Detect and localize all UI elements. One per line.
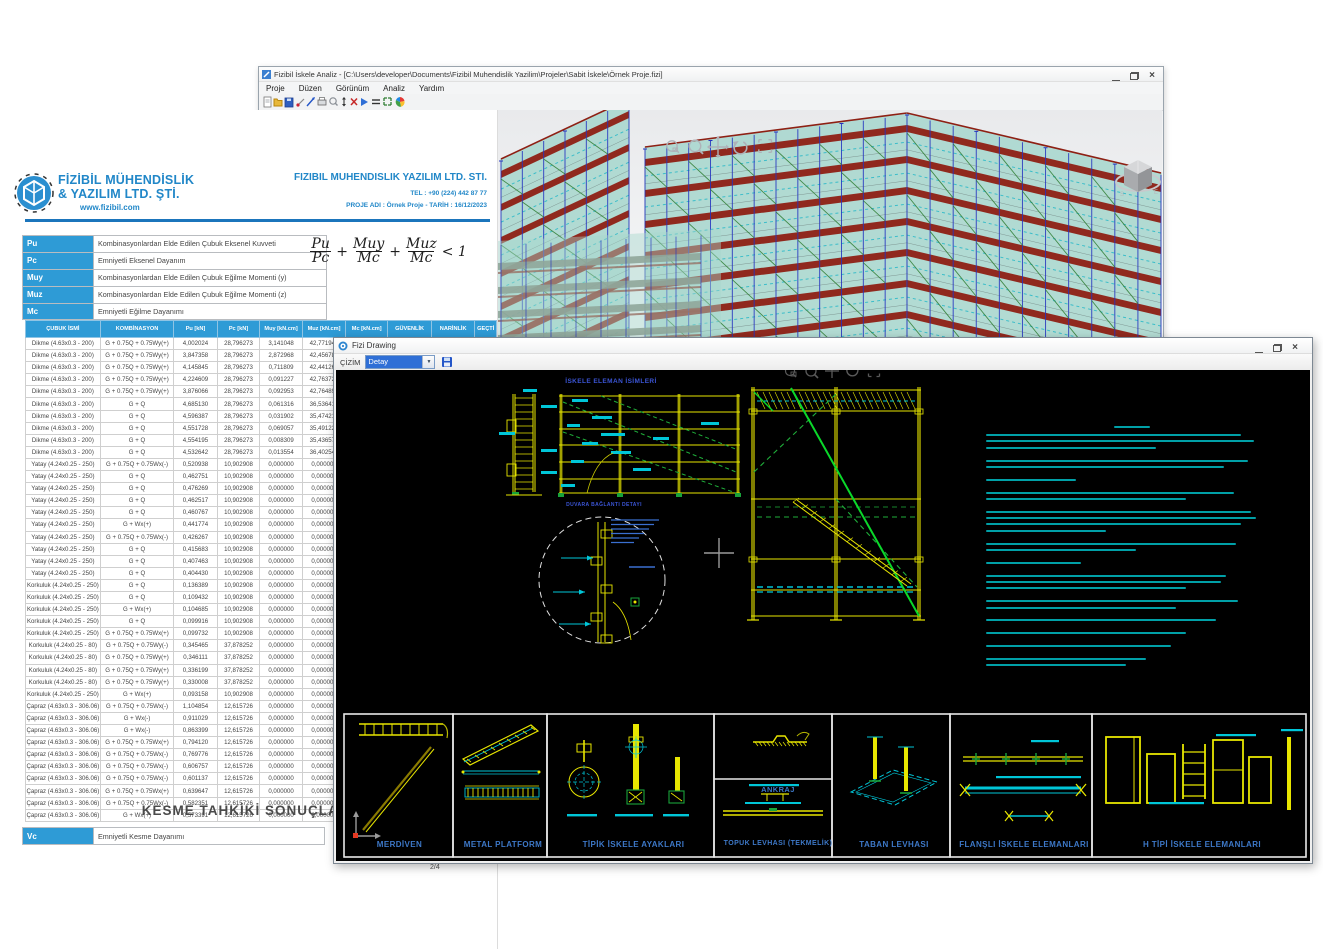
column-header: Pc [kN] xyxy=(216,320,261,338)
page-indicator: 2/4 xyxy=(430,864,440,871)
eleman-isimleri-title: İSKELE ELEMAN İSİMLERİ xyxy=(565,378,657,385)
panel-label: TİPİK İSKELE AYAKLARI xyxy=(582,840,685,849)
3d-window-titlebar[interactable]: Fizibil İskele Analiz - [C:\Users\develo… xyxy=(259,67,1163,82)
menu-item-yardım[interactable]: Yardım xyxy=(419,84,444,93)
notes-text-block xyxy=(986,426,1278,670)
panel-label: TABAN LEVHASI xyxy=(859,840,929,849)
column-header: Muz [kN.cm] xyxy=(301,320,347,338)
drawing-toolbar: ÇİZİM Detay ▼ xyxy=(334,354,1312,370)
drawing-type-combobox[interactable]: Detay ▼ xyxy=(365,355,436,369)
cizim-label: ÇİZİM xyxy=(340,357,361,367)
duvara-baglanti-title: DUVARA BAĞLANTI DETAYI xyxy=(566,502,642,508)
column-header: Muy [kN.cm] xyxy=(259,320,303,338)
drawing-app-icon xyxy=(338,341,348,350)
legend-row: Muy Kombinasyonlardan Elde Edilen Çubuk E… xyxy=(22,268,327,287)
column-header: GEÇTİ xyxy=(474,320,497,338)
header-divider xyxy=(25,219,490,222)
drawing-window-title: Fizi Drawing xyxy=(352,341,397,350)
vc-desc: Emniyetli Kesme Dayanımı xyxy=(93,827,325,845)
column-header: GÜVENLİK xyxy=(387,320,432,338)
panel-label: ANKRAJ xyxy=(761,785,795,794)
legend-table: Pu Kombinasyonlardan Elde Edilen Çubuk Ek… xyxy=(22,235,327,321)
company-website[interactable]: www.fizibil.com xyxy=(80,203,140,212)
panel-label: METAL PLATFORM xyxy=(463,840,543,849)
legend-row: Mc Emniyetli Eğilme Dayanımı xyxy=(22,302,327,321)
3d-menubar: Proje Düzen Görünüm Analiz Yardım xyxy=(259,82,1163,94)
combobox-value: Detay xyxy=(366,356,423,368)
3d-window-controls: × xyxy=(1112,70,1155,82)
menu-item-proje[interactable]: Proje xyxy=(266,84,285,93)
window-title: Fizibil İskele Analiz - [C:\Users\develo… xyxy=(274,69,663,79)
panel-label: MERDİVEN xyxy=(376,840,423,849)
company-name-line2: & YAZILIM LTD. ŞTİ. xyxy=(58,187,180,201)
cad-drawing-canvas[interactable]: İSKELE ELEMAN İSİMLERİ DUVARA BAĞLANTI D… xyxy=(336,370,1310,861)
legend-row: Muz Kombinasyonlardan Elde Edilen Çubuk E… xyxy=(22,285,327,304)
column-header: ÇUBUK İSMİ xyxy=(25,320,101,338)
vc-key: Vc xyxy=(22,827,94,845)
column-header: Mc [kN.cm] xyxy=(345,320,389,338)
legend-row: Pu Kombinasyonlardan Elde Edilen Çubuk Ek… xyxy=(22,235,327,253)
company-name-line1: FİZİBİL MÜHENDİSLİK xyxy=(58,173,195,187)
restore-button[interactable] xyxy=(1273,344,1283,352)
save-drawing-button[interactable] xyxy=(441,356,453,368)
results-table-header: ÇUBUK İSMİ KOMBİNASYON Pu [kN] Pc [kN] Muy [… xyxy=(25,320,497,338)
report-company-header: FIZIBIL MUHENDISLIK YAZILIM LTD. STI. xyxy=(294,172,487,183)
svg-text:E: E xyxy=(1154,190,1158,196)
menu-item-düzen[interactable]: Düzen xyxy=(299,84,322,93)
window-fizi-drawing: Fizi Drawing × ÇİZİM Detay ▼ İSKELE ELEM… xyxy=(333,337,1313,864)
3d-nav-icons[interactable] xyxy=(660,135,780,159)
close-button[interactable]: × xyxy=(1292,343,1298,353)
close-button[interactable]: × xyxy=(1149,71,1155,81)
column-header: KOMBİNASYON xyxy=(99,320,175,338)
menu-item-görünüm[interactable]: Görünüm xyxy=(336,84,369,93)
drawing-window-controls: × xyxy=(1255,342,1298,354)
interaction-formula: Pu Pc + Muy Mc + Muz Mc < 1 xyxy=(310,236,467,266)
column-header: NARİNLİK xyxy=(430,320,476,338)
combobox-arrow-icon[interactable]: ▼ xyxy=(422,356,435,368)
panel-label: TOPUK LEVHASI (TEKMELİK) xyxy=(723,840,833,847)
report-project-line: PROJE ADI : Örnek Proje - TARİH : 16/12/… xyxy=(346,202,487,209)
3d-toolbar-icons[interactable] xyxy=(259,94,499,110)
restore-button[interactable] xyxy=(1130,72,1140,80)
company-logo-icon xyxy=(14,173,54,213)
panel-label: FLANŞLI İSKELE ELEMANLARI xyxy=(959,840,1089,849)
vc-legend-table: Vc Emniyetli Kesme Dayanımı xyxy=(22,827,325,845)
minimize-button[interactable] xyxy=(1112,72,1121,81)
panel-label: H TİPİ İSKELE ELEMANLARI xyxy=(1142,840,1262,849)
drawing-window-titlebar[interactable]: Fizi Drawing xyxy=(334,338,1312,354)
svg-text:S: S xyxy=(1120,192,1124,198)
screen: Fizibil İskele Analiz - [C:\Users\develo… xyxy=(0,0,1323,949)
menu-item-analiz[interactable]: Analiz xyxy=(383,84,405,93)
view-cube[interactable]: SE xyxy=(1112,152,1164,200)
app-icon xyxy=(262,69,271,79)
3d-toolbar xyxy=(259,94,1163,111)
report-tel: TEL : +90 (224) 442 87 77 xyxy=(410,190,487,197)
legend-row: Pc Emniyetli Eksenel Dayanım xyxy=(22,251,327,270)
column-header: Pu [kN] xyxy=(173,320,218,338)
minimize-button[interactable] xyxy=(1255,344,1264,353)
